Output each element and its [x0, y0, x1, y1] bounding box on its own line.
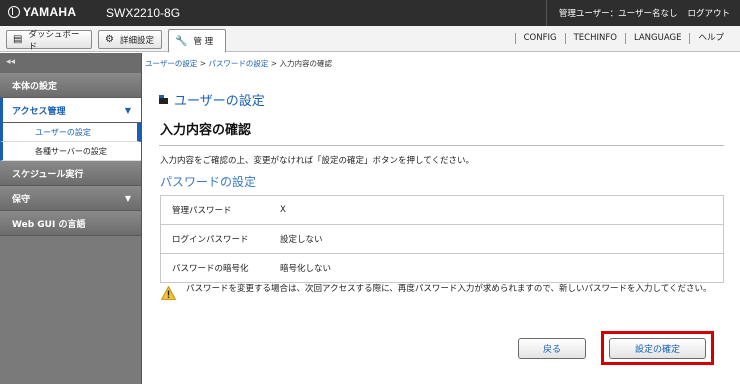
- tuning-fork-icon: [8, 6, 20, 18]
- tab-management[interactable]: 🔧 管 理: [168, 29, 226, 53]
- password-settings-table: 管理パスワード X ログインパスワード 設定しない パスワードの暗号化 暗号化し…: [160, 195, 724, 283]
- gear-icon: ⚙: [105, 34, 114, 45]
- wrench-icon: 🔧: [175, 35, 188, 47]
- triangle-down-icon: ▼: [124, 193, 131, 203]
- breadcrumb-user-settings[interactable]: ユーザーの設定: [145, 59, 197, 68]
- sidebar-item-label: 保守: [12, 194, 31, 205]
- yamaha-logo: YAMAHA: [8, 5, 76, 19]
- row-label: パスワードの暗号化: [160, 253, 272, 283]
- back-button[interactable]: 戻る: [518, 338, 586, 359]
- logout-link[interactable]: ログアウト: [687, 7, 730, 19]
- notice: パスワードを変更する場合は、次回アクセスする際に、再度パスワード入力が求められま…: [161, 283, 721, 300]
- page-title: ユーザーの設定: [159, 90, 265, 109]
- sidebar-item-label: スケジュール実行: [12, 169, 84, 180]
- tab-advanced-settings[interactable]: ⚙ 詳細設定: [98, 30, 162, 49]
- sidebar-item-device-settings[interactable]: 本体の設定: [0, 73, 141, 98]
- main-content: ユーザーの設定 > パスワードの設定 > 入力内容の確認 ユーザーの設定 入力内…: [143, 53, 740, 384]
- sidebar-item-access-management[interactable]: アクセス管理 ▼: [0, 98, 141, 123]
- user-area: 管理ユーザー：ユーザー名なし ログアウト: [545, 0, 740, 26]
- table-row: 管理パスワード X: [160, 195, 724, 225]
- config-link[interactable]: CONFIG: [514, 33, 565, 44]
- warning-icon: [161, 286, 176, 300]
- top-bar: YAMAHA SWX2210-8G 管理ユーザー：ユーザー名なし ログアウト: [0, 0, 740, 26]
- model-name: SWX2210-8G: [106, 6, 181, 20]
- breadcrumb-password-settings[interactable]: パスワードの設定: [208, 59, 268, 68]
- sidebar-subitem-server-settings[interactable]: 各種サーバーの設定: [0, 142, 141, 161]
- admin-user-label: 管理ユーザー：ユーザー名なし: [558, 9, 678, 19]
- tab-bar: ▤ ダッシュボード ⚙ 詳細設定 🔧 管 理 CONFIG TECHINFO L…: [0, 26, 740, 53]
- row-label: ログインパスワード: [160, 224, 272, 254]
- row-label: 管理パスワード: [160, 195, 272, 225]
- table-row: ログインパスワード 設定しない: [160, 224, 724, 254]
- tab-dashboard[interactable]: ▤ ダッシュボード: [6, 29, 92, 52]
- row-value: X: [272, 195, 724, 225]
- tab-dashboard-label: ダッシュボード: [28, 29, 80, 52]
- breadcrumb-separator: >: [268, 59, 280, 68]
- breadcrumb-separator: >: [197, 59, 209, 68]
- section-title: 入力内容の確認: [160, 123, 252, 138]
- language-link[interactable]: LANGUAGE: [624, 33, 690, 44]
- sidebar-item-label: Web GUI の言語: [12, 219, 86, 230]
- top-links: CONFIG TECHINFO LANGUAGE ヘルプ: [514, 26, 732, 51]
- section-divider: [159, 145, 724, 146]
- collapse-sidebar-icon[interactable]: ◂◂: [0, 53, 141, 73]
- sidebar-subitem-label: ユーザーの設定: [35, 127, 91, 137]
- help-link[interactable]: ヘルプ: [689, 33, 732, 44]
- sidebar-item-web-gui-language[interactable]: Web GUI の言語: [0, 211, 141, 236]
- confirm-settings-button[interactable]: 設定の確定: [609, 338, 706, 359]
- sidebar-item-schedule[interactable]: スケジュール実行: [0, 161, 141, 186]
- tab-management-label: 管 理: [193, 37, 214, 47]
- sidebar-item-label: アクセス管理: [12, 106, 66, 117]
- row-value: 設定しない: [272, 224, 724, 254]
- notice-text: パスワードを変更する場合は、次回アクセスする際に、再度パスワード入力が求められま…: [186, 284, 712, 294]
- tab-advanced-label: 詳細設定: [119, 35, 154, 46]
- breadcrumb-current: 入力内容の確認: [279, 59, 332, 68]
- triangle-down-icon: ▼: [124, 105, 131, 115]
- sidebar-subitem-user-settings[interactable]: ユーザーの設定: [0, 123, 141, 142]
- dashboard-icon: ▤: [13, 34, 23, 45]
- sidebar-subitem-label: 各種サーバーの設定: [35, 146, 107, 156]
- title-bullet-icon: [159, 95, 168, 104]
- sidebar-item-maintenance[interactable]: 保守 ▼: [0, 186, 141, 211]
- confirm-highlight: 設定の確定: [601, 331, 714, 365]
- page-title-text: ユーザーの設定: [174, 94, 265, 109]
- breadcrumb: ユーザーの設定 > パスワードの設定 > 入力内容の確認: [145, 58, 332, 69]
- row-value: 暗号化しない: [272, 253, 724, 283]
- techinfo-link[interactable]: TECHINFO: [564, 33, 625, 44]
- sidebar-item-label: 本体の設定: [12, 81, 58, 92]
- table-row: パスワードの暗号化 暗号化しない: [160, 253, 724, 283]
- brand-name: YAMAHA: [23, 5, 77, 19]
- subsection-title: パスワードの設定: [160, 175, 257, 189]
- sidebar: ◂◂ 本体の設定 アクセス管理 ▼ ユーザーの設定 各種サーバーの設定 スケジュ…: [0, 53, 142, 384]
- instruction-text: 入力内容をご確認の上、変更がなければ「設定の確定」ボタンを押してください。: [160, 156, 474, 166]
